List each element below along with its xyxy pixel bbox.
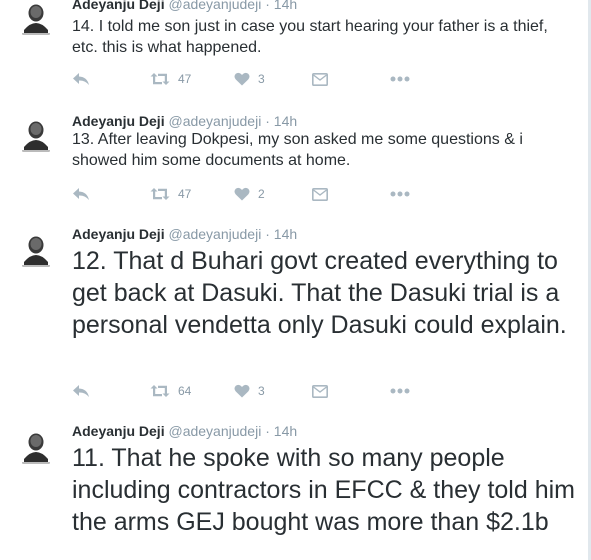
retweet-icon	[150, 188, 170, 200]
tweet-card[interactable]: Adeyanju Deji @adeyanjudeji · 14h 12. Th…	[0, 214, 588, 412]
tweet-text: 11. That he spoke with so many people in…	[72, 444, 575, 536]
author-handle[interactable]: @adeyanjudeji	[168, 113, 261, 129]
tweet-card[interactable]: Adeyanju Deji @adeyanjudeji · 14h 14. I …	[0, 0, 588, 102]
retweet-count: 47	[178, 187, 192, 201]
separator: ·	[265, 113, 270, 129]
avatar[interactable]	[16, 117, 56, 157]
reply-button[interactable]	[72, 184, 90, 204]
direct-message-button[interactable]	[312, 184, 328, 204]
tweet-header: Adeyanju Deji @adeyanjudeji · 14h	[72, 226, 297, 242]
separator: ·	[265, 226, 270, 242]
separator: ·	[265, 423, 270, 439]
avatar[interactable]	[16, 232, 56, 272]
like-count: 3	[258, 72, 265, 86]
reply-icon	[73, 73, 89, 85]
tweet-text: 14. I told me son just in case you start…	[72, 18, 548, 56]
more-button[interactable]	[390, 69, 410, 89]
more-icon	[390, 191, 410, 197]
author-name[interactable]: Adeyanju Deji	[72, 0, 165, 12]
author-handle[interactable]: @adeyanjudeji	[168, 226, 261, 242]
envelope-icon	[312, 72, 328, 86]
tweet-actions: 64 3	[72, 381, 432, 401]
more-icon	[390, 76, 410, 82]
author-name[interactable]: Adeyanju Deji	[72, 113, 165, 129]
tweet-text: 13. After leaving Dokpesi, my son asked …	[72, 131, 523, 169]
retweet-icon	[150, 385, 170, 397]
heart-icon	[234, 187, 250, 201]
timestamp[interactable]: 14h	[274, 0, 297, 12]
more-button[interactable]	[390, 184, 410, 204]
more-icon	[390, 388, 410, 394]
tweet-header: Adeyanju Deji @adeyanjudeji · 14h	[72, 113, 297, 129]
retweet-button[interactable]: 47	[150, 184, 191, 204]
reply-button[interactable]	[72, 69, 90, 89]
direct-message-button[interactable]	[312, 381, 328, 401]
reply-button[interactable]	[72, 381, 90, 401]
like-count: 3	[258, 384, 265, 398]
like-button[interactable]: 2	[234, 184, 265, 204]
timestamp[interactable]: 14h	[274, 423, 297, 439]
retweet-count: 64	[178, 384, 192, 398]
retweet-count: 47	[178, 72, 192, 86]
heart-icon	[234, 72, 250, 86]
reply-icon	[73, 385, 89, 397]
tweet-actions: 47 3	[72, 69, 432, 89]
tweet-text: 12. That d Buhari govt created everythin…	[72, 247, 567, 339]
avatar[interactable]	[16, 0, 56, 40]
heart-icon	[234, 384, 250, 398]
author-name[interactable]: Adeyanju Deji	[72, 423, 165, 439]
tweet-header: Adeyanju Deji @adeyanjudeji · 14h	[72, 0, 297, 12]
timestamp[interactable]: 14h	[274, 226, 297, 242]
tweet-actions: 47 2	[72, 184, 432, 204]
more-button[interactable]	[390, 381, 410, 401]
like-count: 2	[258, 187, 265, 201]
timestamp[interactable]: 14h	[274, 113, 297, 129]
envelope-icon	[312, 187, 328, 201]
retweet-button[interactable]: 47	[150, 69, 191, 89]
reply-icon	[73, 188, 89, 200]
like-button[interactable]: 3	[234, 69, 265, 89]
tweet-card[interactable]: Adeyanju Deji @adeyanjudeji · 14h 13. Af…	[0, 101, 588, 215]
direct-message-button[interactable]	[312, 69, 328, 89]
retweet-icon	[150, 73, 170, 85]
retweet-button[interactable]: 64	[150, 381, 191, 401]
avatar[interactable]	[16, 429, 56, 469]
like-button[interactable]: 3	[234, 381, 265, 401]
tweet-header: Adeyanju Deji @adeyanjudeji · 14h	[72, 423, 297, 439]
author-handle[interactable]: @adeyanjudeji	[168, 0, 261, 12]
separator: ·	[265, 0, 270, 12]
tweet-card[interactable]: Adeyanju Deji @adeyanjudeji · 14h 11. Th…	[0, 411, 588, 560]
envelope-icon	[312, 384, 328, 398]
author-name[interactable]: Adeyanju Deji	[72, 226, 165, 242]
author-handle[interactable]: @adeyanjudeji	[168, 423, 261, 439]
